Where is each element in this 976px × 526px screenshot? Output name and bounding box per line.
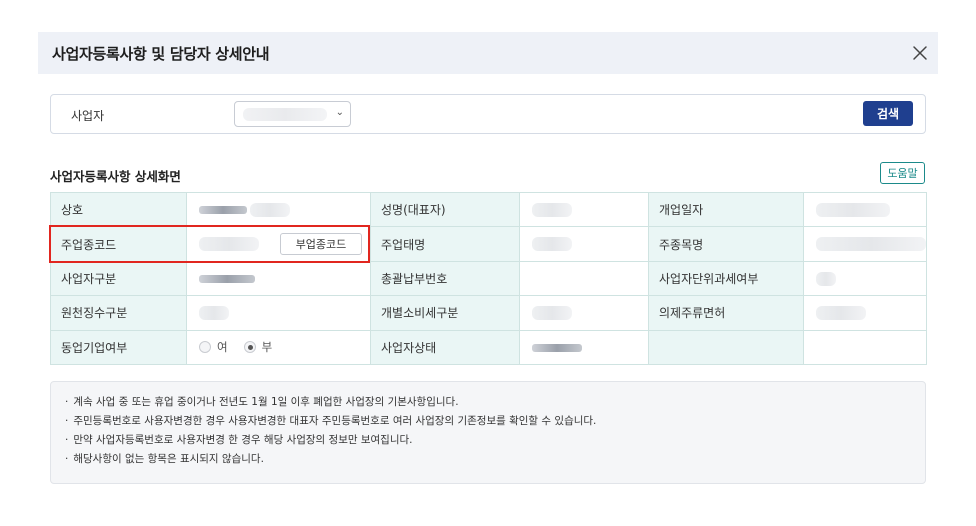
business-select[interactable]: ⌄	[234, 101, 351, 127]
help-button[interactable]: 도움말	[880, 162, 925, 184]
same-business-label: 동업기업여부	[50, 329, 187, 365]
company-name-value	[186, 191, 371, 228]
main-industry-code-label: 주업종코드	[50, 226, 187, 262]
business-class-label: 사업자구분	[50, 260, 187, 297]
table-row: 사업자구분 총괄납부번호 사업자단위과세여부	[50, 260, 927, 297]
table-row: 원천징수구분 개별소비세구분 의제주류면허	[50, 295, 927, 331]
main-industry-code-value: 부업종코드	[186, 226, 371, 262]
sub-industry-code-button[interactable]: 부업종코드	[280, 233, 362, 256]
radio-no[interactable]	[243, 341, 256, 354]
business-class-value	[186, 260, 371, 297]
unit-taxation-label: 사업자단위과세여부	[648, 260, 804, 297]
notice-item: 주민등록번호로 사용자변경한 경우 사용자변경한 대표자 주민등록번호로 여러 …	[65, 412, 911, 431]
search-button[interactable]: 검색	[863, 101, 913, 126]
search-bar: 사업자 ⌄ 검색	[50, 94, 926, 134]
notice-item: 만약 사업자등록번호로 사용자변경 한 경우 해당 사업장의 정보만 보여집니다…	[65, 431, 911, 450]
same-business-value: 여 부	[186, 329, 371, 365]
radio-yes[interactable]	[199, 341, 211, 354]
rep-name-label: 성명(대표자)	[370, 191, 520, 228]
main-business-type-label: 주업태명	[370, 226, 520, 262]
chevron-down-icon: ⌄	[335, 107, 344, 118]
selected-business-value	[243, 108, 327, 121]
withholding-label: 원천징수구분	[50, 295, 187, 331]
consumption-tax-value	[519, 295, 649, 331]
rep-name-value	[519, 191, 649, 228]
same-business-radio-group: 여 부	[199, 339, 370, 355]
radio-no-label: 부	[261, 340, 273, 355]
notice-item: 계속 사업 중 또는 휴업 중이거나 전년도 1월 1일 이후 폐업한 사업장의…	[65, 393, 911, 412]
unit-taxation-value	[803, 260, 927, 297]
open-date-label: 개업일자	[648, 191, 804, 228]
total-payment-number-value	[519, 260, 649, 297]
notice-list: 계속 사업 중 또는 휴업 중이거나 전년도 1월 1일 이후 폐업한 사업장의…	[65, 393, 911, 469]
business-status-value	[519, 329, 649, 365]
modal-title: 사업자등록사항 및 담당자 상세안내	[52, 44, 270, 63]
detail-table: 상호 성명(대표자) 개업일자 주업종코드 부업종코드 주업태명 주종목명 사업…	[50, 191, 927, 365]
liquor-license-label: 의제주류면허	[648, 295, 804, 331]
section-title: 사업자등록사항 상세화면	[50, 169, 181, 184]
empty-value	[803, 329, 927, 365]
notice-item: 해당사항이 없는 항목은 표시되지 않습니다.	[65, 450, 911, 469]
notice-box: 계속 사업 중 또는 휴업 중이거나 전년도 1월 1일 이후 폐업한 사업장의…	[50, 381, 926, 484]
liquor-license-value	[803, 295, 927, 331]
table-row: 주업종코드 부업종코드 주업태명 주종목명	[50, 226, 927, 262]
close-icon	[913, 46, 927, 60]
empty-label	[648, 329, 804, 365]
company-name-label: 상호	[50, 191, 187, 228]
main-item-label: 주종목명	[648, 226, 804, 262]
radio-yes-label: 여	[217, 340, 228, 355]
main-business-type-value	[519, 226, 649, 262]
business-status-label: 사업자상태	[370, 329, 520, 365]
main-item-value	[803, 226, 927, 262]
open-date-value	[803, 191, 927, 228]
business-label: 사업자	[71, 109, 105, 123]
close-button[interactable]	[908, 41, 932, 65]
total-payment-number-label: 총괄납부번호	[370, 260, 520, 297]
withholding-value	[186, 295, 371, 331]
table-row: 상호 성명(대표자) 개업일자	[50, 191, 927, 228]
modal-header: 사업자등록사항 및 담당자 상세안내	[38, 32, 938, 74]
table-row: 동업기업여부 여 부 사업자상태	[50, 329, 927, 365]
consumption-tax-label: 개별소비세구분	[370, 295, 520, 331]
